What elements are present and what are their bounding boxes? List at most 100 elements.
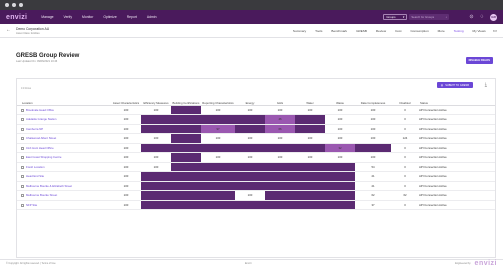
- notification-icon[interactable]: ♢: [480, 14, 484, 20]
- location-link[interactable]: Camberra NP: [26, 127, 43, 131]
- row-checkbox[interactable]: [21, 118, 24, 122]
- tab-testing[interactable]: Testing: [454, 29, 464, 33]
- location-cell[interactable]: East Coast Shopping Centre: [17, 152, 111, 163]
- tab-summary[interactable]: Summary: [293, 29, 306, 33]
- window-minimize-dot[interactable]: [12, 3, 16, 7]
- score-cell: [295, 124, 325, 134]
- location-cell[interactable]: NFP Site: [17, 200, 111, 210]
- location-cell[interactable]: CLK Hunt Head Office: [17, 143, 111, 153]
- score-cell: [295, 162, 325, 172]
- table-row[interactable]: Chatswood Albert Street 100 100 100 100 100 10…: [17, 133, 495, 144]
- help-icon[interactable]: ⊙: [469, 14, 473, 20]
- table-row[interactable]: Fresh Location 100 100 54 0 API Connection Ac…: [17, 162, 495, 172]
- col-header-disabled[interactable]: Disabled: [391, 93, 419, 106]
- tab-my-views[interactable]: My Views: [473, 29, 486, 33]
- row-checkbox[interactable]: [21, 137, 24, 141]
- tab-more[interactable]: More: [438, 29, 445, 33]
- col-header-data-completeness[interactable]: Data Completeness: [355, 93, 391, 106]
- col-header-efficiency-measures[interactable]: Efficiency Measures: [141, 93, 171, 106]
- tab-cost[interactable]: Cost: [395, 29, 401, 33]
- col-header-reporting-characteristics[interactable]: Reporting Characteristics: [201, 93, 235, 106]
- col-header-location[interactable]: Location: [17, 93, 111, 106]
- table-row[interactable]: Brookvale Head Office 100 100 100 100 100 100 1…: [17, 105, 495, 115]
- row-checkbox[interactable]: [21, 146, 24, 150]
- tab-gresb[interactable]: GRESB: [356, 29, 367, 33]
- fullscreen-icon[interactable]: ▭: [493, 28, 497, 34]
- table-row[interactable]: Adelaide Grange Station 100 46 100 100 0 API C…: [17, 114, 495, 125]
- status-cell: API Connection Active: [419, 162, 495, 172]
- score-cell: [141, 124, 171, 134]
- col-header-waste[interactable]: Waste: [325, 93, 355, 106]
- location-link[interactable]: East Coast Shopping Centre: [26, 155, 61, 159]
- nav-item-monitor[interactable]: Monitor: [82, 15, 93, 19]
- tab-benchmark[interactable]: Benchmark: [331, 29, 347, 33]
- row-checkbox[interactable]: [21, 165, 24, 169]
- footer-copyright[interactable]: © Copyright. All rights reserved. | Term…: [6, 262, 56, 265]
- disable-fields-button[interactable]: DISABLE FIELDS: [465, 57, 493, 64]
- location-cell[interactable]: Camberra NP: [17, 124, 111, 134]
- location-link[interactable]: Fresh Location: [26, 165, 45, 169]
- nav-item-manage[interactable]: Manage: [41, 15, 53, 19]
- row-checkbox[interactable]: [21, 127, 24, 131]
- group-select[interactable]: Groups ▾: [383, 14, 408, 20]
- nav-item-optimize[interactable]: Optimize: [103, 15, 116, 19]
- back-arrow-icon[interactable]: ←: [6, 28, 11, 33]
- asset-class: Asset Class: Entities: [16, 31, 40, 35]
- table-row[interactable]: NFP Site 100 37 0 API Connection Active: [17, 200, 495, 210]
- col-header-energy[interactable]: Energy: [235, 93, 265, 106]
- asset-selector[interactable]: Demo Corporation AU Asset Class: Entitie…: [16, 27, 49, 35]
- location-cell[interactable]: Melbourne Bourke Street: [17, 190, 111, 201]
- submit-to-gresb-button[interactable]: ▤ SUBMIT TO GRESB: [436, 82, 473, 88]
- avatar[interactable]: GR: [490, 13, 497, 21]
- location-link[interactable]: Melbourne Bourke Street: [26, 193, 57, 197]
- tab-tools[interactable]: Tools: [315, 29, 322, 33]
- score-cell: 46: [265, 114, 295, 125]
- location-link[interactable]: NFP Site: [26, 203, 37, 207]
- row-checkbox[interactable]: [21, 184, 24, 188]
- col-header-status[interactable]: Status: [419, 93, 495, 106]
- row-checkbox[interactable]: [21, 194, 24, 198]
- location-cell[interactable]: Adelaide Grange Station: [17, 114, 111, 125]
- nav-item-report[interactable]: Report: [127, 15, 137, 19]
- location-cell[interactable]: Melbourne Bourke & Elizabeth Street: [17, 181, 111, 191]
- col-header-asset-characteristics[interactable]: Asset Characteristics: [111, 93, 141, 106]
- location-link[interactable]: Chatswood Albert Street: [26, 136, 56, 140]
- location-cell[interactable]: Head End Site: [17, 171, 111, 182]
- envizi-logo[interactable]: envizi: [6, 14, 27, 21]
- location-link[interactable]: Brookvale Head Office: [26, 108, 54, 112]
- nav-item-verify[interactable]: Verify: [64, 15, 72, 19]
- tab-consumption[interactable]: Consumption: [410, 29, 428, 33]
- location-link[interactable]: Head End Site: [26, 174, 44, 178]
- score-cell: [265, 181, 295, 191]
- row-checkbox[interactable]: [21, 175, 24, 179]
- group-search-input[interactable]: Search for Groups ⌕: [409, 14, 450, 20]
- window-maximize-dot[interactable]: [19, 3, 23, 7]
- table-row[interactable]: CLK Hunt Head Office 100 32 0 API Connection…: [17, 143, 495, 153]
- table-row[interactable]: Camberra NP 100 97 66 100 100 0 API Connection …: [17, 124, 495, 134]
- nav-item-admin[interactable]: Admin: [147, 15, 157, 19]
- location-link[interactable]: Adelaide Grange Station: [26, 117, 56, 121]
- row-checkbox[interactable]: [21, 108, 24, 112]
- location-link[interactable]: Melbourne Bourke & Elizabeth Street: [26, 184, 72, 188]
- location-cell[interactable]: Chatswood Albert Street: [17, 133, 111, 144]
- score-cell: [295, 171, 325, 182]
- table-header-row: Location Asset Characteristics Efficienc…: [17, 93, 495, 106]
- col-header-building-certifications[interactable]: Building Certifications: [171, 93, 201, 106]
- table-row[interactable]: Melbourne Bourke Street 100 100 62 62 API Con…: [17, 190, 495, 201]
- col-header-ghg[interactable]: GHG: [265, 93, 295, 106]
- location-cell[interactable]: Brookvale Head Office: [17, 105, 111, 115]
- table-row[interactable]: East Coast Shopping Centre 100 100 100 100 10…: [17, 152, 495, 163]
- location-cell[interactable]: Fresh Location: [17, 162, 111, 172]
- col-header-water[interactable]: Water: [295, 93, 325, 106]
- download-icon[interactable]: ⤓: [485, 82, 487, 88]
- tab-review[interactable]: Review: [376, 29, 386, 33]
- window-close-dot[interactable]: [5, 3, 9, 7]
- table-row[interactable]: Melbourne Bourke & Elizabeth Street 100 21…: [17, 181, 495, 191]
- location-link[interactable]: CLK Hunt Head Office: [26, 146, 54, 150]
- row-checkbox[interactable]: [21, 156, 24, 160]
- score-cell: 100: [201, 105, 235, 115]
- row-checkbox[interactable]: [21, 203, 24, 207]
- score-cell: 100: [265, 133, 295, 144]
- table-row[interactable]: Head End Site 100 21 0 API Connection Active: [17, 171, 495, 182]
- score-cell: [201, 181, 235, 191]
